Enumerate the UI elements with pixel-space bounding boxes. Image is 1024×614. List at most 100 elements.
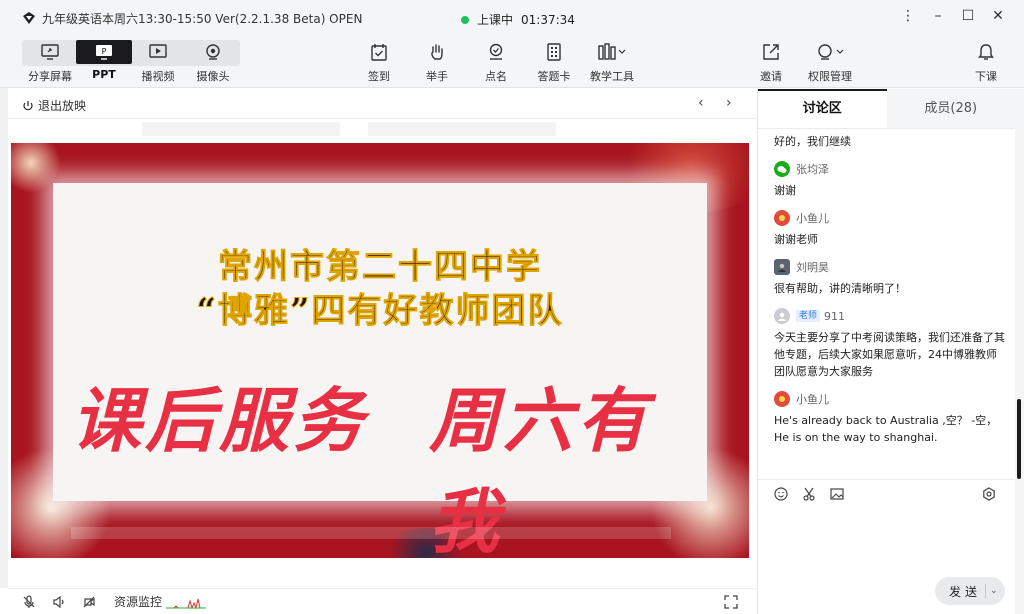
answer-card-icon [547, 43, 561, 61]
chat-message-text: 今天主要分享了中考阅读策略，我们还准备了其他专题，后续大家如果愿意听，24中博雅… [774, 331, 1005, 378]
tab-discussion[interactable]: 讨论区 [758, 89, 887, 128]
camera-button[interactable]: 摄像头 [185, 40, 241, 84]
chat-username: 张均泽 [796, 163, 829, 176]
svg-text:P: P [102, 47, 107, 56]
resource-monitor-label[interactable]: 资源监控 [114, 593, 162, 610]
scrollbar-thumb[interactable] [1017, 399, 1021, 479]
main-toolbar: 分享屏幕 P PPT 播视频 摄像头 签到 举手 点名 答题卡 教学工具 邀请 … [0, 36, 1024, 88]
wechat-icon [777, 165, 787, 173]
invite-button[interactable]: 邀请 [743, 40, 799, 84]
maximize-button[interactable]: ☐ [953, 8, 983, 24]
left-edge [0, 88, 8, 588]
class-timer: 01:37:34 [521, 12, 575, 27]
chat-message-header: 小鱼儿 [774, 390, 1006, 408]
check-in-button[interactable]: 签到 [351, 40, 407, 84]
chat-message-header: 小鱼儿 [774, 209, 1006, 227]
ghost-tab [368, 122, 556, 136]
live-indicator-icon [461, 15, 469, 24]
roll-call-button[interactable]: 点名 [468, 40, 524, 84]
send-button[interactable]: 发送 ⌄ [935, 577, 1005, 605]
chat-username: 小鱼儿 [796, 212, 829, 225]
user-photo-icon [778, 263, 786, 272]
permission-icon [818, 44, 844, 60]
raise-hand-button[interactable]: 举手 [409, 40, 465, 84]
chat-message-text: 很有帮助，讲的清晰明了！ [774, 282, 906, 295]
roll-call-icon [489, 43, 503, 60]
app-window: 九年级英语本周六13:30-15:50 Ver(2.2.1.38 Beta) O… [0, 0, 1024, 614]
chat-message-text: He's already back to Australia ,空？ -空，He… [774, 414, 998, 444]
end-class-icon [978, 44, 994, 60]
exit-icon [23, 100, 33, 110]
status-label: 上课中 [477, 13, 514, 27]
teacher-badge: 老师 [796, 310, 821, 322]
slide-team-name: “博雅”四有好教师团队 [196, 291, 564, 332]
scrollbar[interactable] [1015, 89, 1024, 614]
next-slide-button[interactable]: › [726, 95, 732, 111]
previous-slide-button[interactable]: ‹ [698, 95, 704, 111]
speaker-icon[interactable] [44, 595, 74, 609]
answer-card-button[interactable]: 答题卡 [526, 40, 582, 84]
tab-members[interactable]: 成员(28) [886, 89, 1015, 128]
chat-message-header: 刘明昊 [774, 258, 1006, 276]
ppt-slide[interactable]: 常州市第二十四中学 “博雅”四有好教师团队 课后服务 周六有我 [11, 143, 749, 558]
slide-school-name: 常州市第二十四中学 [218, 247, 542, 288]
scissors-icon[interactable] [802, 487, 830, 501]
share-screen-button[interactable]: 分享屏幕 [22, 40, 78, 84]
ppt-button[interactable]: P PPT [76, 40, 132, 84]
resource-chart-icon [166, 598, 207, 609]
minimize-button[interactable]: – [923, 8, 953, 24]
exit-slideshow-button[interactable]: 退出放映 [22, 97, 86, 114]
chat-message-text: 谢谢 [774, 184, 796, 197]
avatar [774, 259, 790, 275]
emoji-icon[interactable] [774, 486, 802, 501]
chat-message-header: 张均泽 [774, 160, 1006, 178]
avatar [774, 308, 790, 324]
screen-share-icon [41, 44, 59, 60]
fish-avatar-icon [779, 215, 785, 221]
chat-message-text: 谢谢老师 [774, 233, 818, 246]
video-play-icon [149, 44, 167, 58]
close-button[interactable]: ✕ [983, 8, 1013, 24]
avatar [774, 391, 790, 407]
settings-icon[interactable] [982, 486, 1010, 501]
wechat-avatar [774, 161, 790, 177]
chat-message-header: 老师 911 [774, 307, 1006, 325]
window-controls: ⋮ – ☐ ✕ [893, 8, 1013, 24]
class-status: 上课中 01:37:34 [461, 11, 575, 28]
raise-hand-icon [431, 44, 443, 60]
presentation-subbar: 退出放映 ‹ › [8, 89, 756, 119]
app-logo-icon [23, 12, 35, 24]
mic-mute-icon[interactable] [14, 594, 44, 609]
chevron-down-icon[interactable]: ⌄ [990, 586, 998, 596]
play-video-button[interactable]: 播视频 [130, 40, 186, 84]
chat-messages: 好的，我们继续 张均泽 谢谢 小鱼儿 谢谢老师 刘明昊 很有帮助，讲的清晰明了！… [758, 129, 1016, 477]
invite-icon [763, 44, 779, 60]
more-options-icon[interactable]: ⋮ [893, 8, 923, 24]
camera-icon [206, 44, 220, 60]
window-title: 九年级英语本周六13:30-15:50 Ver(2.2.1.38 Beta) O… [42, 11, 363, 26]
fullscreen-icon[interactable] [716, 594, 746, 609]
end-class-button[interactable]: 下课 [958, 40, 1014, 84]
ppt-icon: P [96, 45, 112, 60]
bottom-bar: 资源监控 [8, 588, 756, 614]
send-divider [985, 584, 987, 598]
slide-band [71, 527, 671, 539]
avatar [774, 210, 790, 226]
ghost-tab [142, 122, 340, 136]
chat-tools [758, 479, 1016, 507]
chat-username: 911 [824, 309, 846, 323]
chat-username: 刘明昊 [796, 261, 829, 274]
chat-message-text: 好的，我们继续 [774, 135, 851, 148]
teaching-tools-button[interactable]: 教学工具 [584, 40, 640, 84]
slide-card: 常州市第二十四中学 “博雅”四有好教师团队 课后服务 周六有我 [53, 183, 707, 558]
camera-off-icon[interactable] [74, 595, 104, 609]
chat-username: 小鱼儿 [796, 393, 829, 406]
slide-headline-left: 课后服务 [71, 379, 367, 462]
panel-tabs: 讨论区 成员(28) [758, 89, 1015, 129]
check-in-icon [371, 44, 387, 61]
permission-button[interactable]: 权限管理 [802, 40, 858, 84]
teaching-tools-icon [598, 43, 626, 60]
side-panel: 讨论区 成员(28) 好的，我们继续 张均泽 谢谢 小鱼儿 谢谢老师 刘明昊 很… [757, 89, 1016, 614]
image-icon[interactable] [830, 487, 858, 501]
fish-avatar-icon [779, 396, 785, 402]
